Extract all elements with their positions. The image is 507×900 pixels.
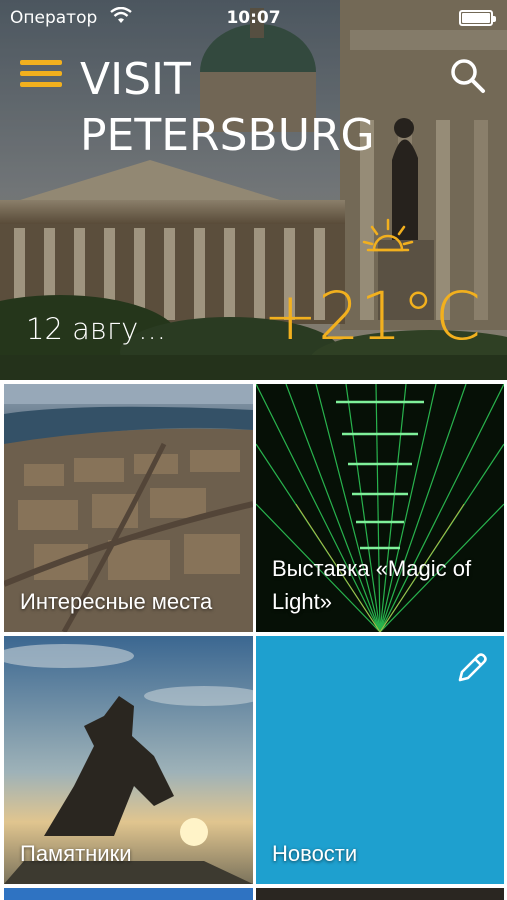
sun-icon: [362, 216, 414, 268]
date-label: 12 авгу...: [26, 312, 166, 346]
tile-label: Новости: [272, 841, 358, 866]
tile-partial-right[interactable]: [256, 888, 504, 900]
hamburger-menu-icon[interactable]: [20, 60, 62, 90]
app-title-line1: VISIT: [80, 54, 191, 105]
tile-label: Интересные места: [20, 589, 213, 614]
tile-news[interactable]: Новости: [256, 636, 504, 884]
tile-label: Выставка «Magic of Light»: [272, 556, 472, 614]
tile-magic-of-light[interactable]: Выставка «Magic of Light»: [256, 384, 504, 632]
hero-banner: Оператор 10:07 VISIT PETERSBURG 12 авгу.…: [0, 0, 507, 380]
tile-label: Памятники: [20, 841, 132, 866]
tile-monuments[interactable]: Памятники: [4, 636, 253, 884]
battery-icon: [459, 10, 496, 26]
status-time: 10:07: [226, 8, 281, 28]
tile-partial-left[interactable]: [4, 888, 253, 900]
pencil-icon[interactable]: [454, 650, 490, 686]
status-bar: Оператор 10:07: [0, 0, 507, 36]
temperature-label: +21°C: [262, 278, 481, 355]
search-icon[interactable]: [448, 56, 488, 96]
app-title: VISIT PETERSBURG: [80, 52, 375, 164]
tile-interesting-places[interactable]: Интересные места: [4, 384, 253, 632]
app-title-line2: PETERSBURG: [80, 110, 375, 161]
